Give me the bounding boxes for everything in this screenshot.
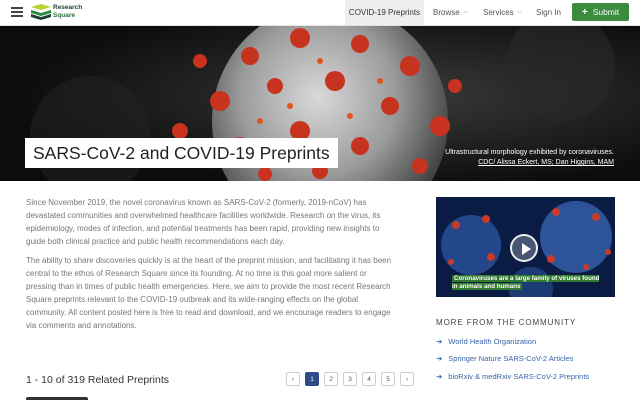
arrow-right-icon: ➜ bbox=[436, 354, 443, 363]
hero-caption: Ultrastructural morphology exhibited by … bbox=[445, 148, 614, 168]
pagination-next[interactable]: › bbox=[400, 372, 414, 386]
plus-icon: + bbox=[581, 6, 588, 18]
community-heading: MORE FROM THE COMMUNITY bbox=[436, 318, 577, 327]
nav-covid-label: COVID-19 Preprints bbox=[348, 8, 421, 17]
hero-caption-text: Ultrastructural morphology exhibited by … bbox=[445, 149, 614, 156]
pagination-page-2[interactable]: 2 bbox=[324, 372, 338, 386]
site-header: Research Square COVID-19 Preprints Brows… bbox=[0, 0, 640, 26]
chevron-down-icon: ⌵ bbox=[463, 9, 469, 15]
chevron-down-icon: ⌵ bbox=[517, 9, 523, 15]
sign-in-label: Sign In bbox=[536, 8, 561, 17]
research-square-logo-icon[interactable] bbox=[31, 4, 51, 20]
community-link-springer[interactable]: ➜ Springer Nature SARS-CoV-2 Articles bbox=[436, 354, 573, 363]
results-summary: 1 - 10 of 319 Related Preprints bbox=[26, 374, 170, 386]
pagination-page-4[interactable]: 4 bbox=[362, 372, 376, 386]
pagination-page-3[interactable]: 3 bbox=[343, 372, 357, 386]
pagination-page-5[interactable]: 5 bbox=[381, 372, 395, 386]
video-player[interactable]: Coronaviruses are a large family of viru… bbox=[436, 197, 615, 297]
arrow-right-icon: ➜ bbox=[436, 337, 443, 346]
video-caption-text: Coronaviruses are a large family of viru… bbox=[452, 275, 600, 290]
community-link-biorxiv[interactable]: ➜ bioRxiv & medRxiv SARS-CoV-2 Preprints bbox=[436, 372, 589, 381]
nav-services[interactable]: Services ⌵ bbox=[483, 0, 522, 25]
menu-icon[interactable] bbox=[11, 7, 23, 17]
intro-paragraph-1: Since November 2019, the novel coronavir… bbox=[26, 198, 381, 246]
nav-services-label: Services bbox=[483, 8, 514, 17]
community-link-label: bioRxiv & medRxiv SARS-CoV-2 Preprints bbox=[448, 372, 590, 381]
nav-covid-preprints[interactable]: COVID-19 Preprints bbox=[345, 0, 424, 25]
submit-button[interactable]: + Submit bbox=[572, 3, 629, 21]
video-caption: Coronaviruses are a large family of viru… bbox=[452, 275, 602, 291]
logo-line2: Square bbox=[53, 11, 76, 19]
hero-credit-link[interactable]: CDC/ Alissa Eckert, MS; Dan Higgins, MAM bbox=[445, 158, 614, 168]
arrow-right-icon: ➜ bbox=[436, 372, 443, 381]
logo-line1: Research bbox=[53, 4, 83, 11]
pagination-page-1[interactable]: 1 bbox=[305, 372, 319, 386]
community-link-label: Springer Nature SARS-CoV-2 Articles bbox=[448, 354, 574, 363]
nav-browse-label: Browse bbox=[433, 8, 460, 17]
pagination-prev[interactable]: ‹ bbox=[286, 372, 300, 386]
community-link-label: World Health Organization bbox=[448, 337, 537, 346]
community-link-who[interactable]: ➜ World Health Organization bbox=[436, 337, 536, 346]
play-icon[interactable] bbox=[510, 234, 538, 262]
sign-in-link[interactable]: Sign In bbox=[536, 0, 561, 25]
page-title: SARS-CoV-2 and COVID-19 Preprints bbox=[25, 138, 338, 168]
nav-browse[interactable]: Browse ⌵ bbox=[433, 0, 468, 25]
logo-text[interactable]: Research Square bbox=[53, 4, 93, 19]
intro-paragraph-2: The ability to share discoveries quickly… bbox=[26, 256, 392, 330]
submit-label: Submit bbox=[592, 7, 620, 17]
